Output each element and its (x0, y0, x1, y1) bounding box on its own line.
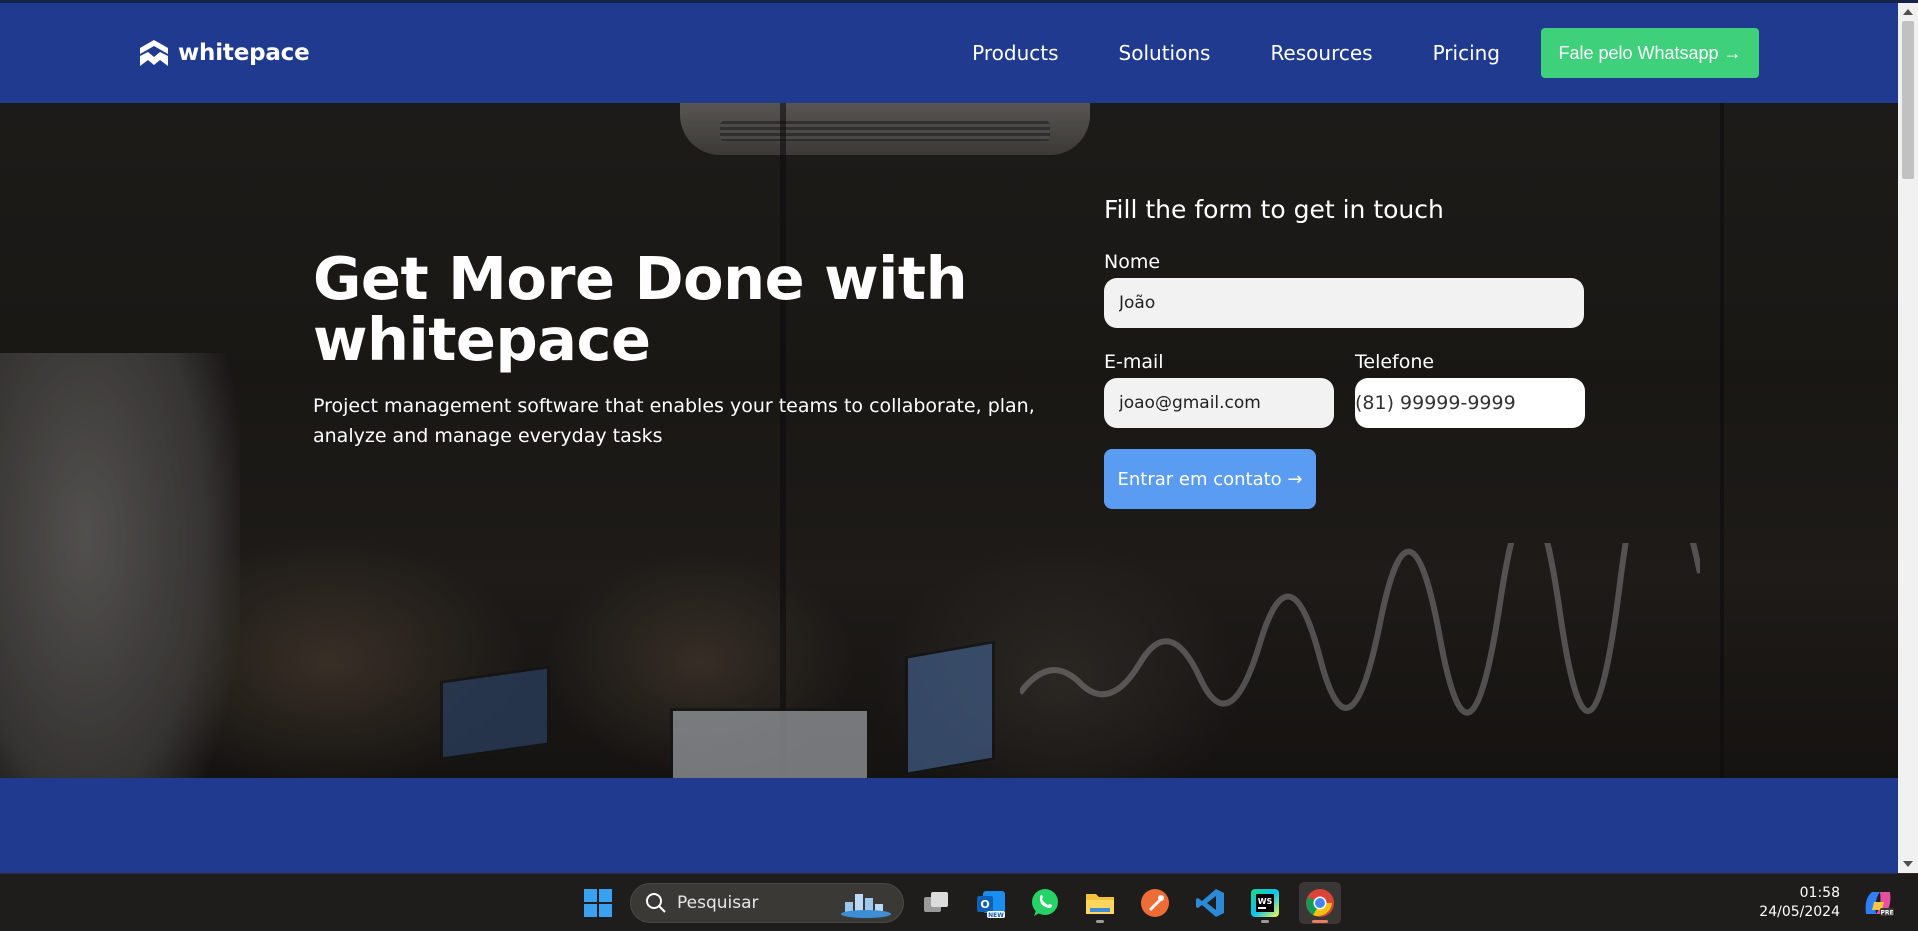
vscode-icon (1196, 889, 1224, 917)
submit-contact-button[interactable]: Entrar em contato → (1104, 449, 1316, 509)
whatsapp-cta-button[interactable]: Fale pelo Whatsapp → (1541, 28, 1759, 78)
phone-input[interactable] (1355, 378, 1585, 428)
brand-name: whitepace (178, 40, 310, 66)
chrome-icon (1306, 889, 1334, 917)
clock-date: 24/05/2024 (1759, 904, 1840, 920)
webstorm-icon: WS (1251, 889, 1279, 917)
windows-start-icon (584, 889, 612, 917)
svg-text:PRE: PRE (1880, 910, 1893, 917)
active-indicator (1312, 920, 1328, 923)
brand-logo[interactable]: whitepace (138, 40, 310, 66)
phone-label: Telefone (1355, 351, 1435, 373)
email-label: E-mail (1104, 351, 1164, 373)
hero-title: Get More Done with whitepace (313, 244, 968, 374)
running-indicator (1261, 920, 1269, 923)
site-header: whitepace Products Solutions Resources P… (0, 3, 1898, 103)
postman-icon (1141, 889, 1169, 917)
outlook-app-button[interactable]: O NEW (970, 882, 1012, 924)
file-explorer-icon (1086, 894, 1114, 914)
nav-pricing[interactable]: Pricing (1433, 41, 1500, 65)
name-input[interactable] (1104, 278, 1584, 328)
taskbar-search[interactable]: Pesquisar (630, 883, 904, 923)
hero-section: Get More Done with whitepace Project man… (0, 103, 1898, 778)
chrome-app-button[interactable] (1299, 882, 1341, 924)
scroll-thumb[interactable] (1902, 21, 1914, 179)
vscode-app-button[interactable] (1189, 882, 1231, 924)
nav-solutions[interactable]: Solutions (1119, 41, 1211, 65)
copilot-icon[interactable]: PRE (1862, 888, 1894, 918)
task-view-button[interactable] (915, 882, 957, 924)
webstorm-app-button[interactable]: WS (1244, 882, 1286, 924)
page-scrollbar[interactable] (1898, 3, 1918, 873)
scroll-down-arrow-icon[interactable] (1903, 861, 1913, 867)
email-input[interactable] (1104, 378, 1334, 428)
windows-taskbar: Pesquisar O NEW WS 01:58 24/05/2024 PRE (0, 873, 1918, 931)
whatsapp-icon (1032, 889, 1058, 916)
system-clock[interactable]: 01:58 24/05/2024 (1740, 884, 1840, 922)
search-icon (646, 893, 666, 913)
main-nav: Products Solutions Resources Pricing (972, 3, 1520, 103)
svg-text:NEW: NEW (988, 912, 1004, 919)
hero-subtitle: Project management software that enables… (313, 395, 1035, 447)
name-label: Nome (1104, 251, 1161, 273)
svg-text:O: O (980, 898, 989, 911)
scroll-up-arrow-icon[interactable] (1903, 9, 1913, 15)
nav-resources[interactable]: Resources (1270, 41, 1372, 65)
search-placeholder: Pesquisar (677, 893, 759, 913)
whatsapp-app-button[interactable] (1024, 882, 1066, 924)
clock-time: 01:58 (1799, 885, 1840, 901)
postman-app-button[interactable] (1134, 882, 1176, 924)
svg-text:WS: WS (1258, 897, 1273, 906)
running-indicator (1096, 920, 1104, 923)
start-button[interactable] (577, 882, 619, 924)
task-view-icon (924, 892, 948, 912)
file-explorer-button[interactable] (1079, 882, 1121, 924)
whitepace-logo-icon (140, 40, 168, 66)
nav-products[interactable]: Products (972, 41, 1058, 65)
contact-form-title: Fill the form to get in touch (1104, 195, 1444, 224)
outlook-new-icon: O NEW (977, 891, 1005, 919)
search-highlight-icon (841, 894, 891, 918)
